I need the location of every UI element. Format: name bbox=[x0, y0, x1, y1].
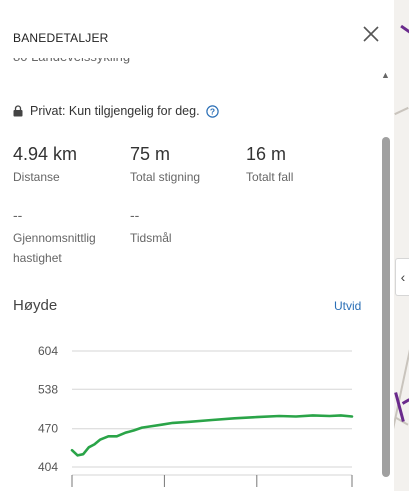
stat-total-climb-value: 75 m bbox=[130, 144, 171, 164]
svg-text:?: ? bbox=[209, 106, 214, 116]
y-tick-label: 604 bbox=[38, 344, 58, 358]
stat-total-descent-value: 16 m bbox=[246, 144, 287, 164]
stat-total-climb-label: Total stigning bbox=[130, 170, 201, 184]
lock-icon bbox=[13, 105, 23, 117]
stat-average-speed-label-line1: Gjennomsnittlig bbox=[13, 231, 96, 245]
close-button[interactable] bbox=[360, 23, 382, 45]
panel-title: BANEDETALJER bbox=[13, 31, 109, 45]
y-tick-label: 404 bbox=[38, 460, 58, 474]
stat-distance-label: Distanse bbox=[13, 170, 60, 184]
y-tick-label: 470 bbox=[38, 422, 58, 436]
y-tick-label: 538 bbox=[38, 382, 58, 396]
privacy-text: Privat: Kun tilgjengelig for deg. bbox=[30, 104, 200, 118]
stat-total-descent-label: Totalt fall bbox=[246, 170, 294, 184]
stat-goal-time-value: -- bbox=[130, 207, 140, 223]
stat-total-descent: 16 m Totalt fall bbox=[246, 143, 293, 187]
chevron-left-icon: ‹ bbox=[400, 269, 406, 285]
expand-elevation-link[interactable]: Utvid bbox=[334, 299, 361, 313]
collapse-panel-tab[interactable]: ‹ bbox=[395, 258, 409, 296]
route-details-panel: BANEDETALJER 80 Landeveissykling ▲ Priva… bbox=[0, 0, 394, 491]
stat-distance-value: 4.94 km bbox=[13, 144, 78, 164]
stat-goal-time: -- Tidsmål bbox=[130, 204, 172, 248]
scroll-up-arrow-icon[interactable]: ▲ bbox=[381, 70, 390, 80]
stat-average-speed-label-line2: hastighet bbox=[13, 251, 62, 265]
map-area[interactable] bbox=[394, 0, 409, 491]
elevation-chart: 404 470 538 604 bbox=[38, 344, 354, 487]
stat-distance: 4.94 km Distanse bbox=[13, 143, 77, 187]
panel-header: BANEDETALJER bbox=[0, 0, 394, 58]
stat-total-climb: 75 m Total stigning bbox=[130, 143, 200, 187]
stat-average-speed-value: -- bbox=[13, 207, 23, 223]
help-circle-icon[interactable]: ? bbox=[205, 104, 219, 118]
privacy-row: Privat: Kun tilgjengelig for deg. ? bbox=[13, 104, 219, 118]
stat-average-speed: -- Gjennomsnittlig hastighet bbox=[13, 204, 96, 268]
elevation-series-line[interactable] bbox=[70, 414, 354, 457]
elevation-title: Høyde bbox=[13, 297, 58, 314]
stat-goal-time-label: Tidsmål bbox=[130, 231, 172, 245]
close-icon bbox=[363, 26, 379, 42]
